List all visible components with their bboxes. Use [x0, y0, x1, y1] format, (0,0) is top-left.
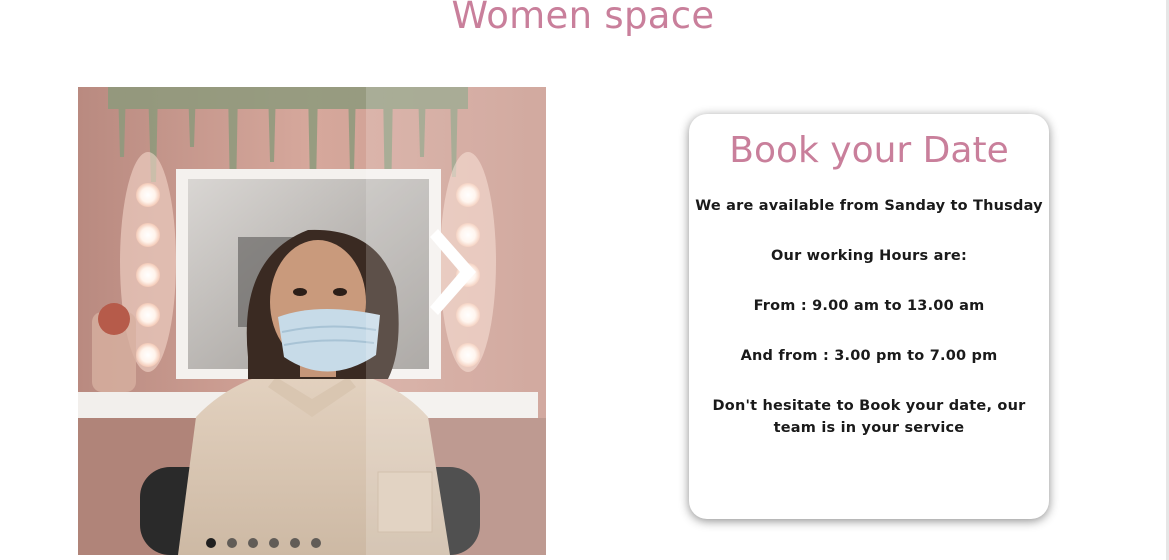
carousel-dot-3[interactable] — [247, 538, 258, 548]
carousel-dot-5[interactable] — [289, 538, 300, 548]
next-slide-overlay[interactable] — [366, 87, 546, 555]
morning-hours: From : 9.00 am to 13.00 am — [753, 298, 985, 315]
carousel-dot-4[interactable] — [268, 538, 279, 548]
booking-title: Book your Date — [729, 130, 1009, 171]
hours-heading: Our working Hours are: — [771, 248, 967, 265]
carousel-indicators — [78, 538, 448, 548]
chevron-right-icon[interactable] — [428, 227, 488, 317]
booking-card: Book your Date We are available from San… — [689, 114, 1049, 519]
women-space-section: Women space Book your Date We are availa… — [0, 0, 1169, 560]
image-carousel[interactable] — [78, 87, 546, 555]
evening-hours: And from : 3.00 pm to 7.00 pm — [740, 348, 998, 365]
carousel-dot-6[interactable] — [310, 538, 321, 548]
closing-note: Don't hesitate to Book your date, our te… — [712, 398, 1026, 437]
carousel-dot-2[interactable] — [226, 538, 237, 548]
carousel-dot-1[interactable] — [205, 538, 216, 548]
section-title: Women space — [451, 0, 715, 37]
availability-text: We are available from Sanday to Thusday — [695, 198, 1043, 215]
